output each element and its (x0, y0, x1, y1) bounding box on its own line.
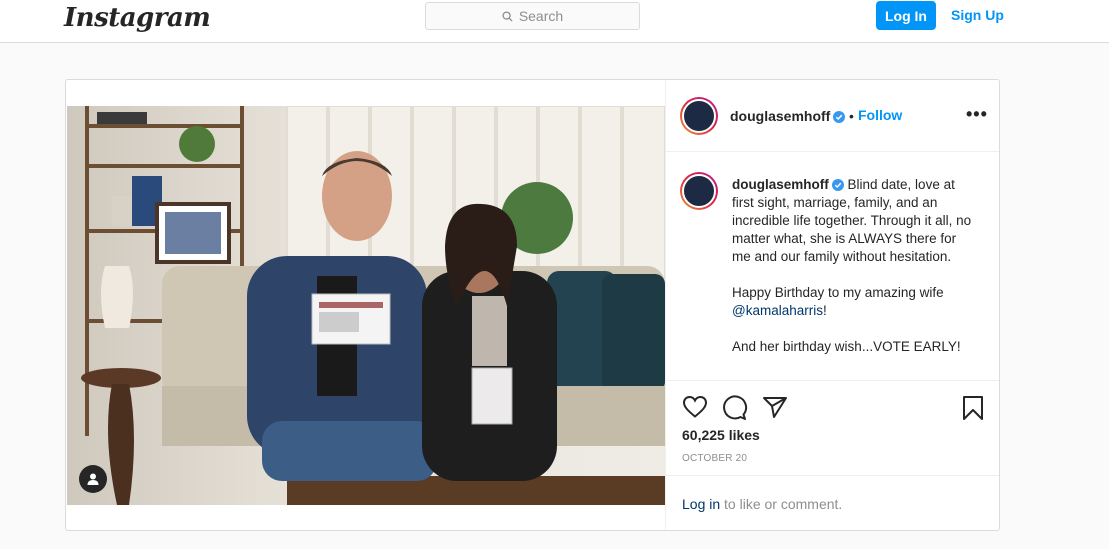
avatar[interactable] (680, 97, 718, 135)
likes-count[interactable]: 60,225 likes (682, 427, 760, 443)
more-options-button[interactable]: ••• (966, 104, 988, 125)
caption-mention-link[interactable]: @kamalaharris (732, 303, 823, 318)
caption-avatar[interactable] (680, 172, 718, 210)
login-link[interactable]: Log in (682, 496, 720, 512)
bookmark-icon[interactable] (962, 395, 984, 421)
search-icon (502, 10, 513, 22)
verified-badge-icon (831, 179, 844, 191)
heart-icon[interactable] (682, 395, 708, 419)
post-username[interactable]: douglasemhoff (730, 108, 846, 124)
comment-icon[interactable] (722, 395, 748, 421)
separator-dot: • (849, 108, 854, 124)
post-actions: 60,225 likes OCTOBER 20 (666, 380, 999, 475)
post-card: douglasemhoff • Follow ••• douglasemhoff… (65, 79, 1000, 531)
caption-username[interactable]: douglasemhoff (732, 177, 829, 192)
comments-area[interactable]: douglasemhoff Blind date, love at first … (666, 152, 999, 380)
signup-link[interactable]: Sign Up (951, 7, 1004, 23)
search-input[interactable]: Search (425, 2, 640, 30)
post-date[interactable]: OCTOBER 20 (682, 453, 747, 464)
verified-badge-icon (833, 111, 846, 123)
comment-prompt-text: to like or comment. (720, 496, 843, 512)
caption-text-1: Blind date, love at first sight, marriag… (732, 177, 972, 300)
send-icon[interactable] (762, 395, 788, 419)
search-placeholder: Search (518, 8, 564, 24)
post-photo[interactable] (67, 106, 665, 505)
post-side-panel: douglasemhoff • Follow ••• douglasemhoff… (665, 80, 999, 530)
follow-button[interactable]: Follow (858, 107, 902, 123)
user-tag-icon[interactable] (79, 465, 107, 493)
top-navigation-bar: Instagram Search Log In Sign Up (0, 0, 1109, 43)
post-header: douglasemhoff • Follow ••• (666, 80, 999, 152)
post-caption: douglasemhoff Blind date, love at first … (732, 176, 972, 356)
instagram-logo[interactable]: Instagram (64, 3, 211, 33)
login-button[interactable]: Log In (876, 1, 936, 30)
comment-login-prompt: Log in to like or comment. (666, 475, 999, 530)
